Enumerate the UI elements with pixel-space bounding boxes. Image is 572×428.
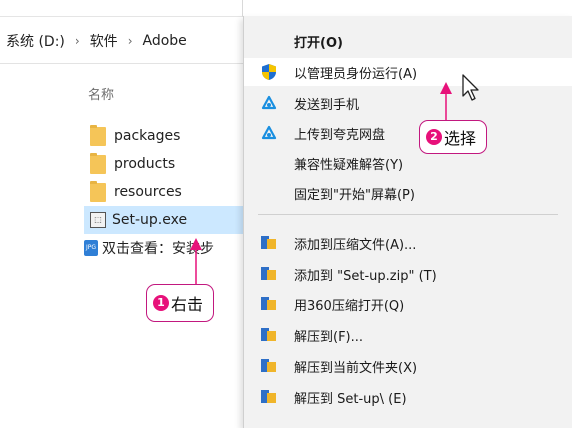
cloud-sync-icon (260, 124, 278, 142)
breadcrumb-item-adobe[interactable]: Adobe (143, 33, 187, 49)
file-name: products (114, 156, 176, 172)
menu-item-upload-quark[interactable]: 上传到夸克网盘 (244, 119, 572, 147)
file-name: resources (114, 184, 182, 200)
list-item-resources[interactable]: resources (84, 178, 244, 206)
breadcrumb-separator: › (74, 34, 80, 48)
list-item-packages[interactable]: packages (84, 122, 244, 150)
menu-item-run-as-admin[interactable]: 以管理员身份运行(A) (244, 58, 572, 86)
mouse-cursor-icon (462, 74, 479, 101)
file-name: packages (114, 128, 181, 144)
archive-icon (260, 265, 278, 283)
menu-item-extract-here[interactable]: 解压到当前文件夹(X) (244, 352, 572, 380)
jpg-file-icon: JPG (84, 240, 98, 256)
menu-item-send-to-phone[interactable]: 发送到手机 (244, 89, 572, 117)
folder-icon (90, 152, 106, 174)
breadcrumb-separator: › (127, 34, 133, 48)
breadcrumb: 系统 (D:) › 软件 › Adobe (6, 30, 187, 52)
archive-icon (260, 326, 278, 344)
archive-icon (260, 295, 278, 313)
folder-icon (90, 180, 106, 202)
menu-item-extract-to[interactable]: 解压到(F)... (244, 321, 572, 349)
callout-select: 2 选择 (419, 120, 488, 154)
file-list: packages products resources ⬚ Set-up.exe… (84, 122, 244, 262)
toolbar-strip (0, 0, 572, 17)
archive-icon (260, 357, 278, 375)
step-number-badge: 1 (153, 295, 169, 311)
breadcrumb-item-drive[interactable]: 系统 (D:) (6, 31, 65, 51)
list-item-setup-exe[interactable]: ⬚ Set-up.exe (84, 206, 244, 234)
callout-text: 右击 (171, 295, 204, 314)
folder-icon (90, 124, 106, 146)
shield-icon (260, 63, 278, 81)
column-header-name[interactable]: 名称 (88, 84, 114, 103)
step-number-badge: 2 (426, 129, 442, 145)
callout-text: 选择 (444, 129, 477, 148)
breadcrumb-item-software[interactable]: 软件 (90, 31, 118, 51)
breadcrumb-divider (0, 63, 245, 64)
list-item-products[interactable]: products (84, 150, 244, 178)
exe-file-icon: ⬚ (90, 212, 106, 228)
pointer-arrow-up-icon (190, 238, 202, 286)
file-name: Set-up.exe (112, 212, 188, 228)
menu-item-open[interactable]: 打开(O) (244, 27, 572, 55)
menu-item-open-with-360[interactable]: 用360压缩打开(Q) (244, 290, 572, 318)
callout-right-click: 1 右击 (146, 284, 215, 322)
archive-icon (260, 388, 278, 406)
list-item-jpg-guide[interactable]: JPG 双击查看：安装步 (84, 234, 244, 262)
menu-item-add-to-archive[interactable]: 添加到压缩文件(A)... (244, 229, 572, 257)
archive-icon (260, 234, 278, 252)
menu-item-extract-to-folder[interactable]: 解压到 Set-up\ (E) (244, 383, 572, 411)
menu-item-pin-to-start[interactable]: 固定到"开始"屏幕(P) (244, 179, 572, 207)
pointer-arrow-up-icon (440, 82, 452, 122)
menu-item-add-to-zip[interactable]: 添加到 "Set-up.zip" (T) (244, 260, 572, 288)
cloud-sync-icon (260, 94, 278, 112)
context-menu: 打开(O) 以管理员身份运行(A) 发送到手机 上传到夸克网盘 兼容性疑难解答(… (243, 16, 572, 428)
menu-separator (258, 214, 558, 215)
menu-item-compat-troubleshoot[interactable]: 兼容性疑难解答(Y) (244, 149, 572, 177)
